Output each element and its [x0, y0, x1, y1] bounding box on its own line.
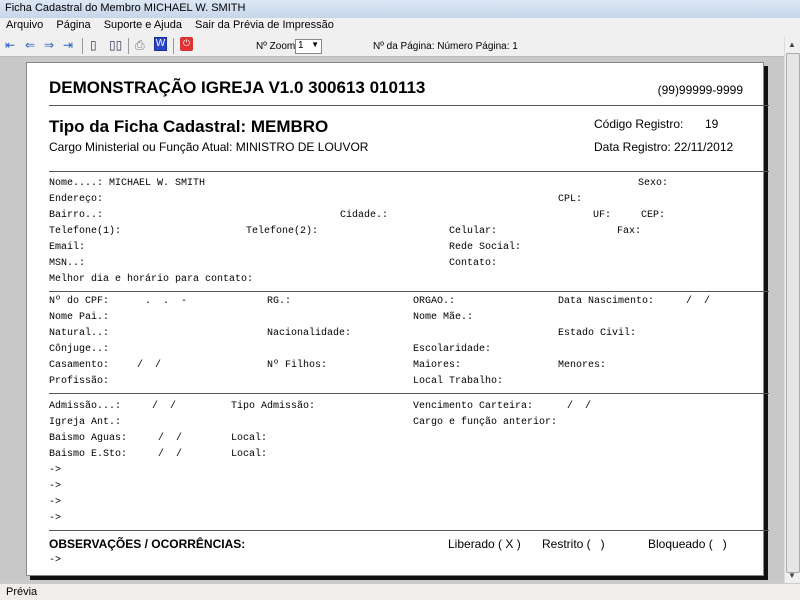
ficha-type: Tipo da Ficha Cadastral: MEMBRO	[49, 117, 329, 136]
field-contato: Contato:	[449, 258, 498, 269]
nascimento-value: / /	[686, 296, 711, 307]
field-escolaridade: Escolaridade:	[413, 344, 492, 355]
arrow-line: ->	[49, 497, 62, 508]
toolbar: ⇤ ⇐ ⇒ ⇥ ▯ ▯▯ ⎙ W ⏻ Nº Zoom 1 ▼ Nº da Pági…	[0, 35, 800, 57]
field-menores: Menores:	[558, 360, 607, 371]
field-rede-social: Rede Social:	[449, 242, 522, 253]
arrow-line: ->	[49, 481, 62, 492]
field-local-1: Local:	[231, 433, 268, 444]
menu-sair-previa[interactable]: Sair da Prévia de Impressão	[195, 19, 334, 31]
chevron-down-icon: ▼	[311, 40, 319, 49]
field-casamento: Casamento:	[49, 360, 110, 371]
obs-arrow: ->	[49, 555, 62, 566]
menu-bar: Arquivo Página Suporte e Ajuda Sair da P…	[0, 18, 800, 35]
field-local-2: Local:	[231, 449, 268, 460]
menu-arquivo[interactable]: Arquivo	[6, 19, 43, 31]
field-uf: UF:	[593, 210, 612, 221]
field-tipo-admissao: Tipo Admissão:	[231, 401, 316, 412]
prev-page-icon[interactable]: ⇐	[25, 38, 35, 52]
field-natural: Natural..:	[49, 328, 110, 339]
field-igreja-ant: Igreja Ant.:	[49, 417, 122, 428]
field-cpf: Nº do CPF:	[49, 296, 110, 307]
field-cidade: Cidade.:	[340, 210, 389, 221]
arrow-line: ->	[49, 465, 62, 476]
menu-suporte[interactable]: Suporte e Ajuda	[104, 19, 182, 31]
menu-pagina[interactable]: Página	[56, 19, 90, 31]
field-batismo-esto: Baismo E.Sto:	[49, 449, 128, 460]
field-endereco: Endereço:	[49, 194, 104, 205]
two-pages-icon[interactable]: ▯▯	[109, 38, 122, 52]
field-nascimento: Data Nascimento:	[558, 296, 655, 307]
status-liberado: Liberado ( X )	[448, 537, 521, 551]
field-rg: RG.:	[267, 296, 292, 307]
batismo-aguas-value: / /	[158, 433, 183, 444]
vencimento-value: / /	[567, 401, 592, 412]
field-cpl: CPL:	[558, 194, 583, 205]
field-admissao: Admissão...:	[49, 401, 122, 412]
field-bairro: Bairro..:	[49, 210, 104, 221]
org-phone: (99)99999-9999	[657, 83, 743, 97]
field-celular: Celular:	[449, 226, 498, 237]
field-fax: Fax:	[617, 226, 642, 237]
field-profissao: Profissão:	[49, 376, 110, 387]
codigo-label: Código Registro:	[594, 117, 684, 131]
field-mae: Nome Mãe.:	[413, 312, 474, 323]
report-page: DEMONSTRAÇÃO IGREJA V1.0 300613 010113 (…	[26, 62, 769, 576]
admissao-value: / /	[152, 401, 177, 412]
field-melhor-horario: Melhor dia e horário para contato:	[49, 274, 254, 285]
vertical-scrollbar[interactable]: ▲ ▼	[784, 37, 800, 583]
scroll-down-icon[interactable]: ▼	[788, 571, 796, 580]
field-nome: Nome....: MICHAEL W. SMITH	[49, 178, 206, 189]
field-vencimento: Vencimento Carteira:	[413, 401, 534, 412]
first-page-icon[interactable]: ⇤	[5, 38, 15, 52]
power-close-icon[interactable]: ⏻	[180, 37, 193, 51]
codigo-value: 19	[705, 117, 719, 131]
arrow-line: ->	[49, 513, 62, 524]
scroll-thumb[interactable]	[786, 53, 800, 573]
scroll-up-icon[interactable]: ▲	[788, 40, 796, 49]
zoom-select[interactable]: 1 ▼	[295, 39, 322, 54]
field-maiores: Maiores:	[413, 360, 462, 371]
field-conjuge: Cônjuge..:	[49, 344, 110, 355]
cpf-mask: . . -	[145, 296, 188, 307]
field-cep: CEP:	[641, 210, 666, 221]
status-bloqueado: Bloqueado ( )	[648, 537, 727, 551]
field-filhos: Nº Filhos:	[267, 360, 328, 371]
word-export-icon[interactable]: W	[154, 37, 167, 51]
org-title: DEMONSTRAÇÃO IGREJA V1.0 300613 010113	[49, 78, 426, 97]
field-sexo: Sexo:	[638, 178, 669, 189]
field-pai: Nome Pai.:	[49, 312, 110, 323]
status-bar: Prévia	[0, 583, 800, 600]
field-orgao: ORGAO.:	[413, 296, 456, 307]
print-icon[interactable]: ⎙	[135, 38, 145, 53]
batismo-esto-value: / /	[158, 449, 183, 460]
field-batismo-aguas: Baismo Aguas:	[49, 433, 128, 444]
single-page-icon[interactable]: ▯	[90, 38, 97, 52]
cargo: Cargo Ministerial ou Função Atual: MINIS…	[49, 140, 369, 154]
casamento-value: / /	[137, 360, 162, 371]
field-msn: MSN..:	[49, 258, 86, 269]
field-tel2: Telefone(2):	[246, 226, 319, 237]
preview-area: DEMONSTRAÇÃO IGREJA V1.0 300613 010113 (…	[0, 57, 784, 583]
field-nacionalidade: Nacionalidade:	[267, 328, 352, 339]
window-title: Ficha Cadastral do Membro MICHAEL W. SMI…	[0, 0, 800, 18]
field-estado-civil: Estado Civil:	[558, 328, 637, 339]
zoom-value: 1	[298, 40, 304, 51]
field-cargo-ant: Cargo e função anterior:	[413, 417, 558, 428]
next-page-icon[interactable]: ⇒	[44, 38, 54, 52]
data-registro: Data Registro: 22/11/2012	[594, 140, 734, 154]
page-number-label: Nº da Página: Número Página: 1	[373, 41, 518, 52]
observacoes-title: OBSERVAÇÕES / OCORRÊNCIAS:	[49, 537, 246, 551]
last-page-icon[interactable]: ⇥	[63, 38, 73, 52]
field-email: Email:	[49, 242, 86, 253]
field-tel1: Telefone(1):	[49, 226, 122, 237]
status-restrito: Restrito ( )	[542, 537, 605, 551]
zoom-label: Nº Zoom	[256, 41, 296, 52]
field-local-trabalho: Local Trabalho:	[413, 376, 504, 387]
